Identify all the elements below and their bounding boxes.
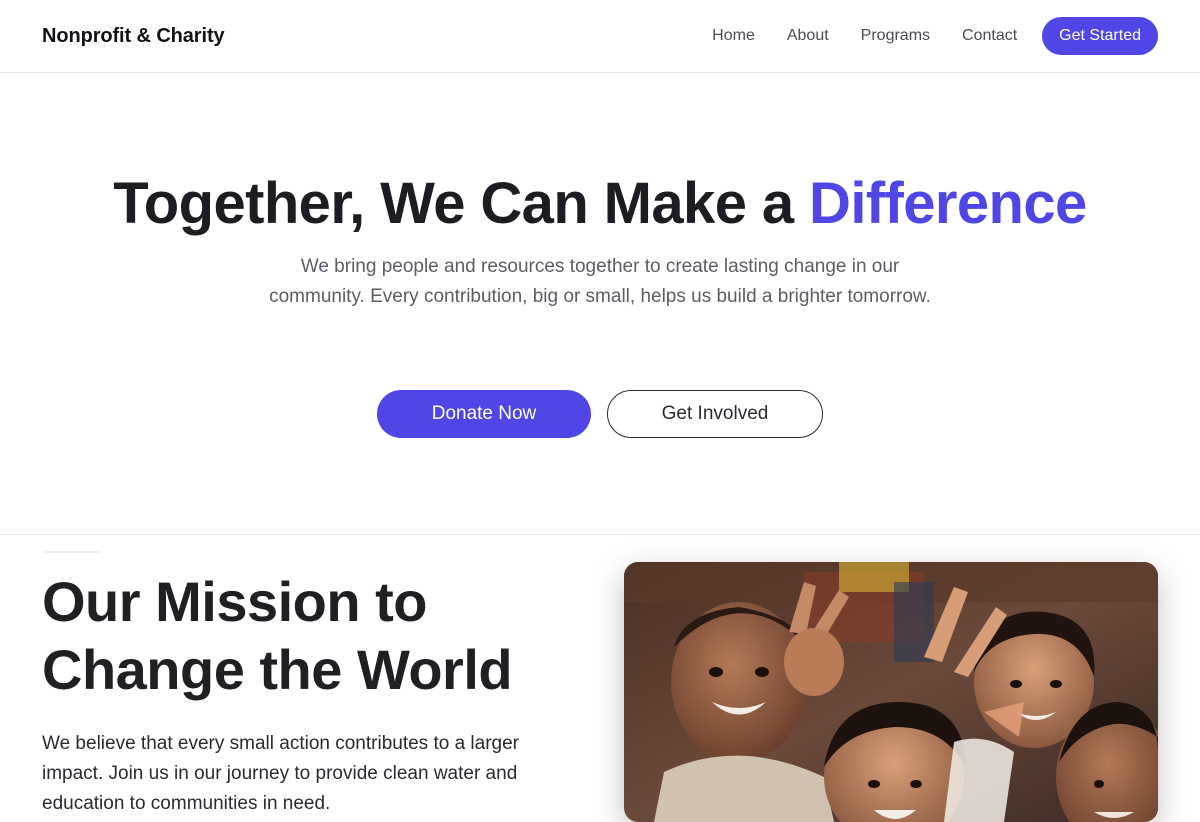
hero-title-main: Together, We Can Make a xyxy=(113,171,810,236)
top-navbar: Nonprofit & Charity Home About Programs … xyxy=(0,0,1200,73)
donate-now-button[interactable]: Donate Now xyxy=(377,390,591,438)
nav-contact-link[interactable]: Contact xyxy=(962,27,1017,45)
mission-text: We believe that every small action contr… xyxy=(42,733,519,814)
hero-title-accent: Difference xyxy=(809,171,1087,236)
mission-photo xyxy=(624,562,1158,822)
mission-divider xyxy=(42,551,102,553)
hero-section: Together, We Can Make a Difference We br… xyxy=(0,73,1200,535)
children-photo-illustration xyxy=(624,562,1158,822)
hero-actions: Donate Now Get Involved xyxy=(0,390,1200,438)
get-started-button[interactable]: Get Started xyxy=(1042,17,1158,55)
nav-about-link[interactable]: About xyxy=(787,27,829,45)
get-involved-button[interactable]: Get Involved xyxy=(607,390,823,438)
hero-title: Together, We Can Make a Difference xyxy=(0,169,1200,239)
brand-logo-text[interactable]: Nonprofit & Charity xyxy=(42,25,225,48)
mission-title: Our Mission to Change the World xyxy=(42,570,513,701)
main-nav: Home About Programs Contact Get Started xyxy=(712,17,1158,55)
nav-programs-link[interactable]: Programs xyxy=(861,27,930,45)
hero-subtitle: We bring people and resources together t… xyxy=(269,256,931,307)
nav-home-link[interactable]: Home xyxy=(712,27,755,45)
